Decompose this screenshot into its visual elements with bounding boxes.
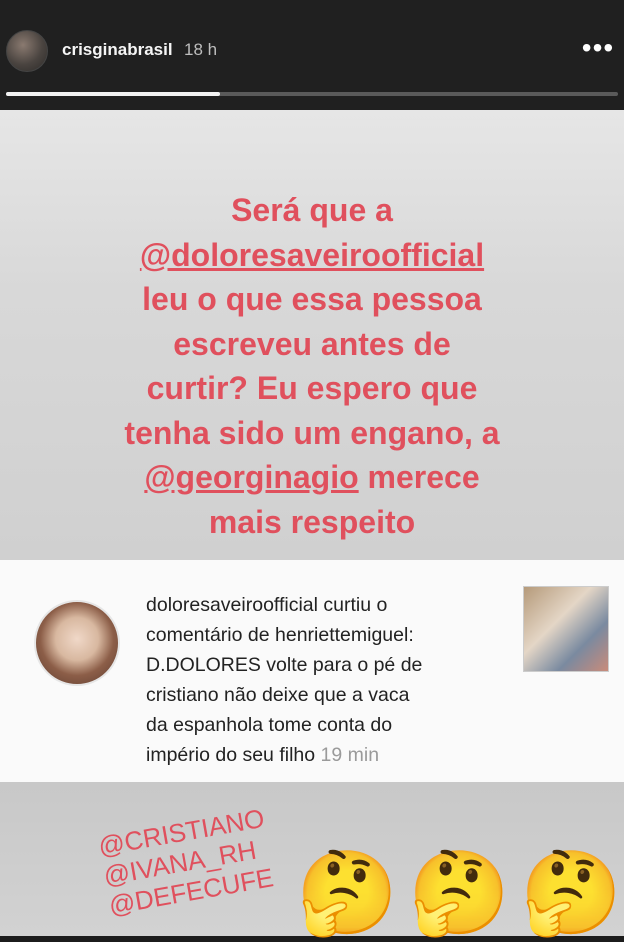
handwritten-mentions: @CRISTIANO @IVANA_RH @DEFECUFE (96, 802, 279, 921)
story-line: curtir? Eu espero que (146, 370, 478, 406)
post-time: 18 h (184, 40, 218, 59)
story-text: Será que a @doloresaveiroofficial leu o … (40, 188, 584, 544)
notification-avatar[interactable] (34, 600, 120, 686)
mention-link[interactable]: @georginagio (144, 459, 358, 495)
story-line: merece (358, 459, 480, 495)
profile-avatar[interactable] (6, 30, 48, 72)
commenter-username[interactable]: henriettemiguel (275, 624, 408, 646)
mention-link[interactable]: @doloresaveiroofficial (140, 237, 484, 273)
notification-action: curtiu o (318, 594, 388, 616)
comment-text: império do seu filho (146, 744, 316, 766)
story-line: leu o que essa pessoa (142, 281, 482, 317)
notification-colon: : (408, 624, 414, 646)
post-thumbnail[interactable] (523, 586, 609, 672)
comment-text: D.DOLORES volte para o pé de (146, 654, 423, 676)
comment-text: cristiano não deixe que a vaca (146, 684, 410, 706)
story-header: crisginabrasil 18 h ••• (0, 0, 624, 110)
notification-action: comentário de (146, 624, 275, 646)
notification-time: 19 min (315, 744, 380, 766)
story-progress-fill (6, 92, 221, 96)
notification-username[interactable]: doloresaveiroofficial (146, 594, 318, 616)
story-line: tenha sido um engano, a (124, 414, 500, 451)
thinking-face-icon: 🤔 (520, 848, 623, 939)
like-notification: doloresaveiroofficial curtiu o comentário… (0, 560, 624, 782)
thinking-face-icon: 🤔 (408, 848, 511, 939)
story-text-panel: Será que a @doloresaveiroofficial leu o … (0, 110, 624, 560)
story-line: Será que a (231, 192, 393, 228)
story-line: escreveu antes de (173, 325, 451, 362)
story-progress-bar (6, 92, 618, 96)
comment-text: da espanhola tome conta do (146, 714, 393, 736)
thinking-face-icon: 🤔 (296, 848, 399, 939)
username[interactable]: crisginabrasil (62, 40, 173, 60)
story-line: mais respeito (208, 503, 416, 540)
story-bottom-panel: @CRISTIANO @IVANA_RH @DEFECUFE 🤔 🤔 🤔 (0, 782, 624, 939)
more-options-icon[interactable]: ••• (580, 34, 616, 62)
notification-text: doloresaveiroofficial curtiu o comentário… (146, 590, 516, 770)
